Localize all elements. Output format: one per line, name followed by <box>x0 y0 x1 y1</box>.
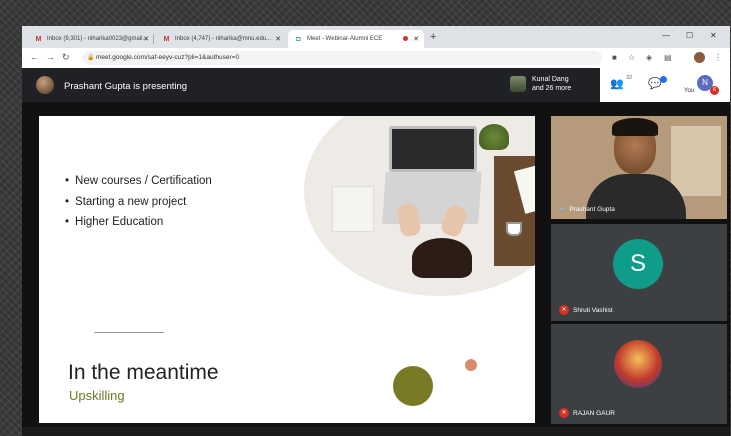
participant-avatar: S <box>613 239 663 289</box>
participant-more: and 26 more <box>532 85 572 92</box>
participant-tile-video[interactable]: ••• Prashant Gupta <box>551 116 727 219</box>
browser-tab-strip: M Inbox (9,301) - niharika0023@gmail... … <box>22 26 730 48</box>
background-shelf <box>671 126 721 196</box>
close-icon[interactable]: ✕ <box>143 35 149 43</box>
laptop-image <box>389 126 477 172</box>
close-icon[interactable]: ✕ <box>413 35 419 43</box>
close-icon[interactable]: ✕ <box>275 35 281 43</box>
address-bar[interactable]: 🔒 meet.google.com/saf-eeyv-cuz?pli=1&aut… <box>82 51 602 65</box>
meet-top-bar: Prashant Gupta is presenting Kunal Dang … <box>22 68 730 102</box>
participant-name: Prashant Gupta <box>569 206 615 213</box>
minimize-icon[interactable]: — <box>662 31 670 40</box>
participant-hair <box>612 118 658 136</box>
mic-off-icon: ✕ <box>559 305 569 315</box>
camera-icon[interactable]: ■ <box>612 53 617 62</box>
back-icon[interactable]: ← <box>30 52 39 62</box>
tab-title: Inbox (4,747) - niharika@mnu.edu... <box>175 36 272 42</box>
close-window-icon[interactable]: ✕ <box>710 31 717 40</box>
tab-separator <box>153 34 154 44</box>
people-count: 32 <box>626 75 633 81</box>
meet-icon: ◘ <box>296 35 301 43</box>
slide-divider <box>94 332 164 333</box>
you-label: You <box>684 88 695 94</box>
presentation-slide: New courses / Certification Starting a n… <box>39 116 535 423</box>
decorative-circle <box>393 366 433 406</box>
slide-bullet-list: New courses / Certification Starting a n… <box>65 171 212 233</box>
maximize-icon[interactable]: ☐ <box>686 31 693 40</box>
participant-label: ✕ RAJAN GAUR <box>559 408 615 418</box>
participant-label: ✕ Shruti Vashist <box>559 305 613 315</box>
lock-icon: 🔒 <box>87 55 95 61</box>
slide-subtitle: Upskilling <box>69 388 125 403</box>
people-icon[interactable]: 👥 <box>610 77 624 90</box>
participant-name: RAJAN GAUR <box>573 409 615 417</box>
notepad-image <box>332 186 374 232</box>
slide-bullet: New courses / Certification <box>65 171 212 192</box>
mic-off-icon: ✕ <box>559 408 569 418</box>
laptop-keyboard-image <box>382 172 482 224</box>
coffee-cup-image <box>506 222 522 236</box>
browser-tab-gmail-2[interactable]: M Inbox (4,747) - niharika@mnu.edu... ✕ <box>156 30 286 48</box>
meet-controls-panel: 👥 32 💬 You N 6 <box>600 68 730 102</box>
tab-title: Meet - Webinar-Alumni ECE <box>307 36 383 42</box>
browser-toolbar: ← → ↻ 🔒 meet.google.com/saf-eeyv-cuz?pli… <box>22 48 730 69</box>
star-icon[interactable]: ☆ <box>628 53 635 62</box>
participant-avatar <box>510 76 526 92</box>
workspace-photo <box>304 116 535 296</box>
menu-icon[interactable]: ⋮ <box>714 53 722 62</box>
participant-label: ••• Prashant Gupta <box>559 206 615 213</box>
url-text: meet.google.com/saf-eeyv-cuz?pli=1&authu… <box>96 54 240 61</box>
gmail-icon: M <box>35 35 42 43</box>
participant-avatar <box>614 340 662 388</box>
participant-name: Kunal Dang <box>532 76 569 83</box>
reload-icon[interactable]: ↻ <box>62 52 70 63</box>
speaking-icon: ••• <box>559 206 566 213</box>
decorative-circle <box>465 359 477 371</box>
participant-tile[interactable]: S ✕ Shruti Vashist <box>551 224 727 321</box>
participant-name: Shruti Vashist <box>573 306 613 314</box>
forward-icon[interactable]: → <box>46 52 55 62</box>
presenter-avatar <box>36 76 54 94</box>
participant-tile[interactable]: ✕ RAJAN GAUR <box>551 324 727 424</box>
person-image <box>412 238 472 278</box>
presenting-label: Prashant Gupta is presenting <box>64 81 188 92</box>
slide-title: In the meantime <box>68 361 219 384</box>
recording-dot-icon <box>403 36 408 41</box>
slide-bullet: Starting a new project <box>65 192 212 213</box>
tab-title: Inbox (9,301) - niharika0023@gmail... <box>47 36 148 42</box>
slide-bullet: Higher Education <box>65 212 212 233</box>
plant-image <box>479 124 509 150</box>
browser-tab-meet[interactable]: ◘ Meet - Webinar-Alumni ECE ✕ <box>288 30 424 48</box>
new-tab-button[interactable]: + <box>430 31 436 43</box>
profile-avatar[interactable] <box>694 52 705 63</box>
chat-badge <box>660 76 667 83</box>
bottom-bar <box>22 427 730 436</box>
extension-icon[interactable]: ▤ <box>664 53 672 62</box>
extension-icon[interactable]: ◈ <box>646 53 652 62</box>
screen: M Inbox (9,301) - niharika0023@gmail... … <box>22 26 730 436</box>
gmail-icon: M <box>163 35 170 43</box>
participant-summary[interactable]: Kunal Dang and 26 more <box>532 75 571 93</box>
browser-tab-gmail-1[interactable]: M Inbox (9,301) - niharika0023@gmail... … <box>28 30 154 48</box>
notification-badge: 6 <box>710 86 719 95</box>
